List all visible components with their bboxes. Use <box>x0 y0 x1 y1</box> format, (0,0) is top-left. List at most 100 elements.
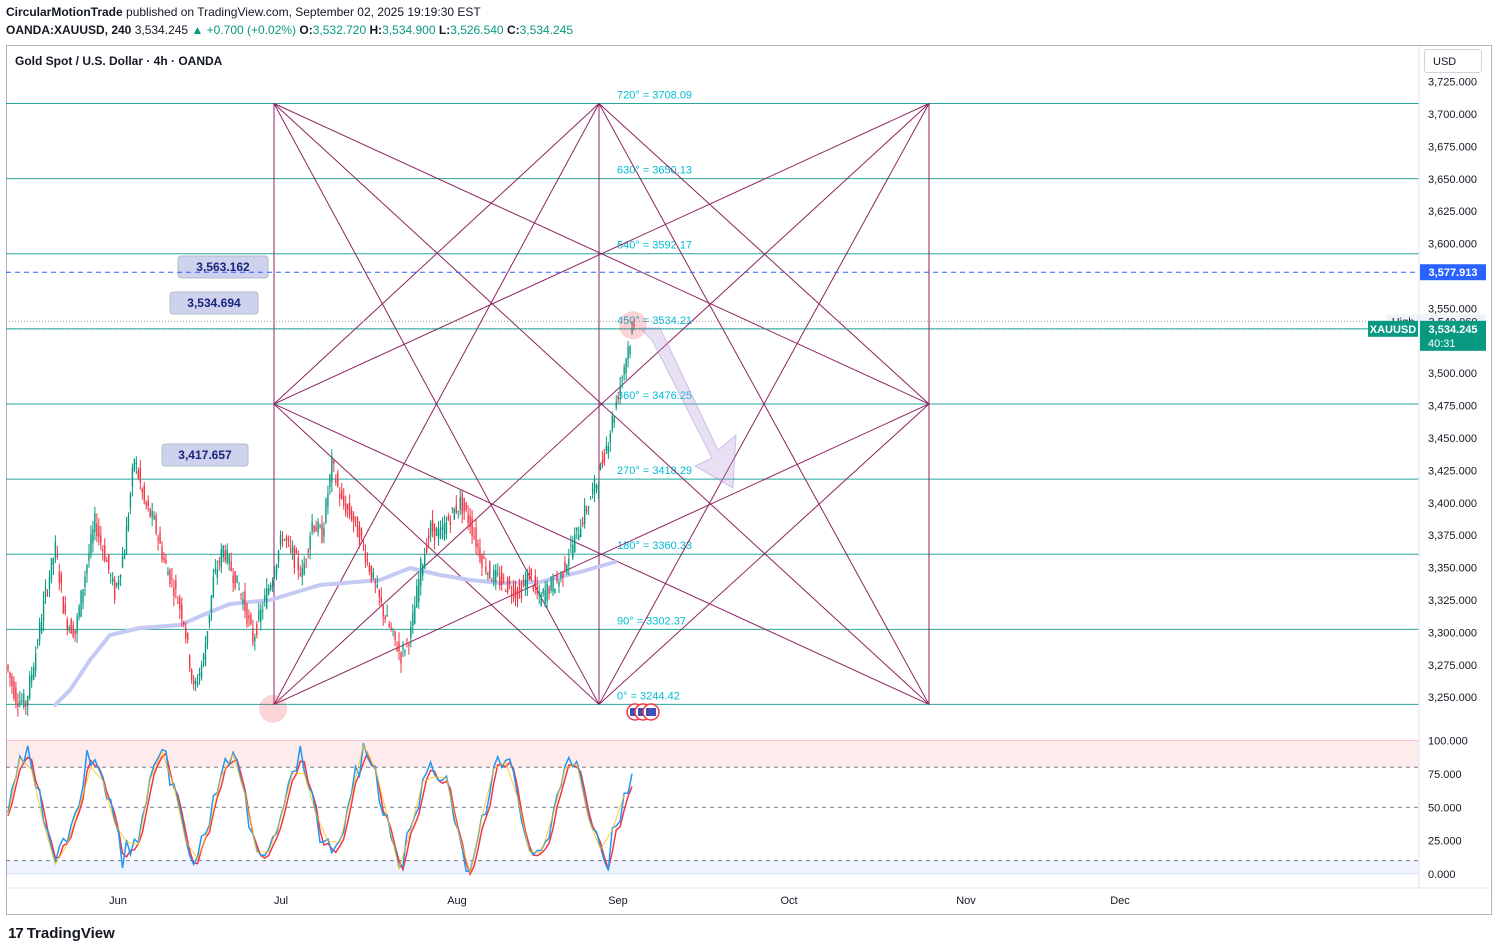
candle-body <box>350 510 353 521</box>
candle-body <box>445 522 448 534</box>
candle-body <box>354 516 357 519</box>
price-axis-tick: 3,700.000 <box>1428 109 1477 121</box>
stoch-oversold-band <box>6 860 1419 874</box>
candle-body <box>96 523 98 537</box>
candle-body <box>617 396 619 400</box>
candle-body <box>303 563 305 575</box>
candle-body <box>591 489 594 492</box>
candle-body <box>234 571 236 589</box>
candle-body <box>601 460 604 465</box>
candle-body <box>396 648 398 651</box>
candle-body <box>265 588 268 609</box>
candle-body <box>579 528 582 538</box>
candle-body <box>129 493 132 508</box>
candle-body <box>98 525 100 538</box>
candle-body <box>572 544 574 559</box>
candle-body <box>44 586 47 598</box>
candle-body <box>11 676 13 686</box>
candle-body <box>627 346 629 359</box>
candle-body <box>299 573 301 576</box>
tradingview-logo[interactable]: 17 TradingView <box>8 925 115 942</box>
candle-body <box>80 590 82 617</box>
candle-body <box>228 555 230 564</box>
candle-body <box>487 573 489 576</box>
candle-body <box>271 580 274 587</box>
candle-body <box>570 544 572 546</box>
candle-body <box>240 594 242 596</box>
candle-body <box>208 614 211 624</box>
time-axis-tick: Aug <box>447 895 467 907</box>
candle-body <box>52 558 55 565</box>
candle-body <box>143 485 145 501</box>
candle-body <box>169 569 171 584</box>
candle-body <box>311 521 313 532</box>
candle-body <box>78 606 80 617</box>
bar-countdown: 40:31 <box>1428 338 1456 350</box>
gann-level-label: 630° = 3650.13 <box>617 165 692 177</box>
candle-body <box>100 535 102 543</box>
candle-body <box>382 606 384 617</box>
candle-body <box>603 453 606 463</box>
candle-body <box>135 462 138 465</box>
candle-body <box>333 460 335 464</box>
candle-body <box>29 675 31 699</box>
candle-body <box>524 579 527 587</box>
candle-body <box>34 653 37 671</box>
candle-body <box>388 623 390 627</box>
candle-body <box>113 579 116 600</box>
candle-body <box>394 631 396 640</box>
candle-body <box>141 488 143 493</box>
candle-body <box>433 523 436 540</box>
symbol-badge-label: XAUUSD <box>1370 324 1417 336</box>
candle-body <box>254 636 256 641</box>
candle-body <box>564 561 566 572</box>
candle-body <box>250 614 252 624</box>
candle-body <box>597 485 600 491</box>
candle-body <box>489 561 491 578</box>
candle-body <box>19 700 21 706</box>
candle-body <box>230 561 232 571</box>
candle-body <box>516 591 519 600</box>
candle-body <box>202 654 205 660</box>
candle-body <box>188 655 191 669</box>
price-axis-tick: 3,375.000 <box>1428 530 1477 542</box>
candle-body <box>504 590 507 592</box>
chart-svg[interactable]: 720° = 3708.09630° = 3650.13540° = 3592.… <box>0 0 1498 952</box>
moving-average-line <box>53 560 617 707</box>
price-axis-tick: 3,550.000 <box>1428 303 1477 315</box>
candle-body <box>60 573 63 585</box>
stoch-d-line <box>7 750 633 877</box>
candle-body <box>346 504 349 510</box>
candle-body <box>337 472 339 486</box>
candle-body <box>595 484 598 489</box>
candle-body <box>552 577 554 593</box>
candle-body <box>461 494 463 514</box>
candle-body <box>157 538 159 541</box>
candle-body <box>15 687 17 704</box>
candle-body <box>518 583 521 592</box>
candle-body <box>423 554 426 569</box>
candle-body <box>297 557 299 571</box>
candle-body <box>439 528 442 537</box>
candle-body <box>323 527 325 537</box>
candle-body <box>435 527 438 536</box>
candle-body <box>196 682 199 685</box>
price-callout-label: 3,417.657 <box>178 448 232 462</box>
candle-body <box>236 575 238 583</box>
candle-body <box>451 507 454 509</box>
candle-body <box>437 529 440 539</box>
candle-body <box>526 572 529 590</box>
candle-body <box>538 592 540 594</box>
price-axis-tick: 3,275.000 <box>1428 660 1477 672</box>
candle-body <box>9 672 11 678</box>
candle-body <box>327 494 329 507</box>
candle-body <box>536 586 538 594</box>
currency-button[interactable]: USD <box>1424 49 1482 73</box>
candle-body <box>520 588 523 599</box>
candle-body <box>542 589 544 594</box>
candle-body <box>131 467 134 487</box>
candle-body <box>147 500 149 507</box>
candle-body <box>528 573 531 581</box>
candle-body <box>560 572 562 579</box>
candle-body <box>281 540 284 542</box>
